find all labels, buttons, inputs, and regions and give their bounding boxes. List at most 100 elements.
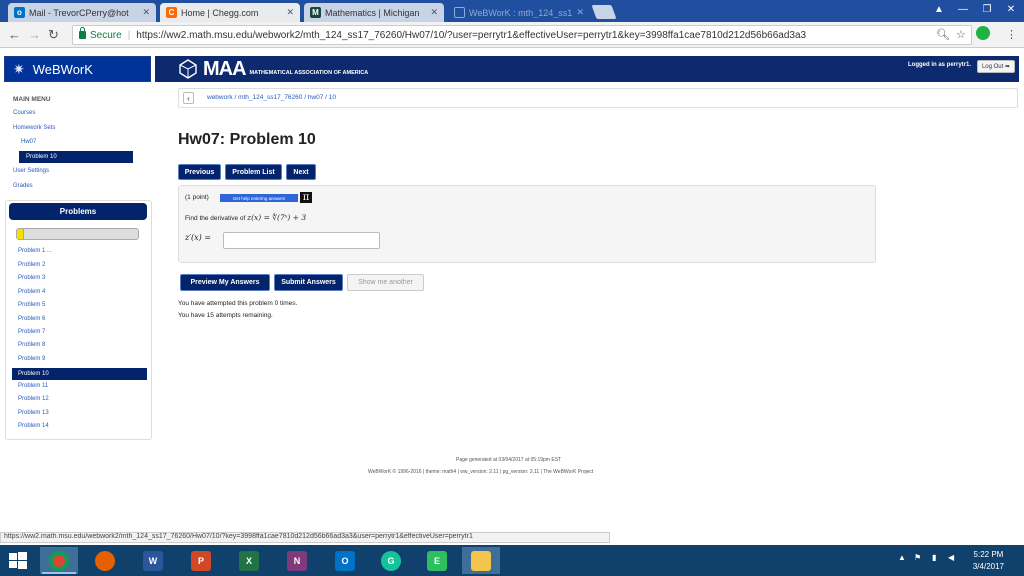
- footer-credits: WeBWorK © 1996-2016 | theme: math4 | ww_…: [368, 469, 594, 475]
- maa-banner: MAA MATHEMATICAL ASSOCIATION OF AMERICA …: [155, 56, 1019, 82]
- forward-icon[interactable]: →: [28, 27, 41, 42]
- address-bar[interactable]: Secure | https://ww2.math.msu.edu/webwor…: [72, 25, 972, 45]
- pi-icon[interactable]: π: [300, 192, 312, 203]
- preview-answers-button[interactable]: Preview My Answers: [180, 274, 270, 291]
- excel-taskbar-icon[interactable]: X: [230, 547, 268, 574]
- close-window-icon[interactable]: ✕: [999, 0, 1023, 18]
- maa-subtitle: MATHEMATICAL ASSOCIATION OF AMERICA: [249, 70, 369, 76]
- footer-generated: Page generated at 03/04/2017 at 05:19pm …: [456, 457, 562, 463]
- sidebar-item-courses[interactable]: Courses: [13, 110, 35, 116]
- problem-link[interactable]: Problem 4: [18, 289, 45, 295]
- tab-title: WeBWorK : mth_124_ss17: [469, 7, 573, 18]
- outlook-taskbar-icon[interactable]: O: [326, 547, 364, 574]
- tab-chegg[interactable]: C Home | Chegg.com ✕: [160, 3, 300, 22]
- attempted-text: You have attempted this problem 0 times.: [178, 300, 298, 307]
- status-url: https://ww2.math.msu.edu/webwork2/mth_12…: [0, 532, 610, 543]
- page-icon: [454, 7, 465, 18]
- next-button[interactable]: Next: [286, 164, 316, 180]
- webwork-logo[interactable]: ✷ WeBWorK: [4, 56, 151, 82]
- problem-link[interactable]: Problem 1 ...: [18, 248, 52, 254]
- new-tab-button[interactable]: [591, 5, 617, 19]
- firefox-taskbar-icon[interactable]: [86, 547, 124, 574]
- user-icon[interactable]: ▲: [927, 0, 951, 18]
- previous-button[interactable]: Previous: [178, 164, 221, 180]
- extension-icon[interactable]: [976, 26, 990, 40]
- remaining-text: You have 15 attempts remaining.: [178, 312, 273, 319]
- tab-webwork[interactable]: WeBWorK : mth_124_ss17 ✕: [448, 3, 590, 22]
- reload-icon[interactable]: ↻: [48, 27, 59, 43]
- chrome-taskbar-icon[interactable]: [40, 547, 78, 574]
- answer-input[interactable]: [223, 232, 380, 249]
- problem-link[interactable]: Problem 6: [18, 316, 45, 322]
- submit-answers-button[interactable]: Submit Answers: [274, 274, 343, 291]
- problem-link[interactable]: Problem 14: [18, 423, 49, 429]
- zoom-icon[interactable]: 🔍︎: [936, 28, 950, 41]
- sidebar-item-problem-10[interactable]: Problem 10: [19, 151, 133, 163]
- problem-panel: (1 point) Get help entering answers π Fi…: [178, 185, 876, 263]
- problem-link[interactable]: Problem 13: [18, 410, 49, 416]
- tab-mathematics[interactable]: M Mathematics | Michigan ✕: [304, 3, 444, 22]
- system-clock[interactable]: 5:22 PM 3/4/2017: [973, 549, 1004, 573]
- close-icon[interactable]: ✕: [286, 7, 294, 18]
- maximize-icon[interactable]: ❐: [975, 0, 999, 18]
- problem-link[interactable]: Problem 2: [18, 262, 45, 268]
- windows-start-icon[interactable]: [0, 547, 36, 574]
- outlook-icon: o: [14, 7, 25, 18]
- tab-title: Mathematics | Michigan: [325, 7, 420, 18]
- problems-toggle-button[interactable]: Problems: [9, 203, 147, 220]
- file-explorer-taskbar-icon[interactable]: [462, 547, 500, 574]
- breadcrumb: ‹ webwork / mth_124_ss17_76260 / hw07 / …: [178, 88, 1018, 108]
- clock-date: 3/4/2017: [972, 562, 1004, 571]
- minimize-icon[interactable]: —: [951, 0, 975, 18]
- back-icon[interactable]: ←: [8, 27, 21, 42]
- help-entering-answers-button[interactable]: Get help entering answers: [220, 194, 298, 202]
- question-math: z(x) = ∜(7ˣ) + 3: [247, 213, 307, 222]
- bookmark-star-icon[interactable]: ☆: [956, 28, 966, 41]
- problem-link[interactable]: Problem 8: [18, 342, 45, 348]
- logout-label: Log Out: [981, 64, 1004, 70]
- show-me-another-button[interactable]: Show me another: [347, 274, 424, 291]
- word-taskbar-icon[interactable]: W: [134, 547, 172, 574]
- problem-link-active[interactable]: Problem 10: [12, 368, 147, 380]
- active-indicator: [42, 572, 76, 574]
- browser-tab-strip: o Mail - TrevorCPerry@hot ✕ C Home | Che…: [0, 0, 1024, 22]
- grammarly-taskbar-icon[interactable]: G: [372, 547, 410, 574]
- menu-icon[interactable]: ⋮: [1006, 28, 1017, 41]
- problem-link[interactable]: Problem 7: [18, 329, 45, 335]
- problem-link[interactable]: Problem 11: [18, 383, 48, 389]
- url-text: https://ww2.math.msu.edu/webwork2/mth_12…: [136, 29, 807, 41]
- tab-mail[interactable]: o Mail - TrevorCPerry@hot ✕: [8, 3, 156, 22]
- sidebar-item-user-settings[interactable]: User Settings: [13, 168, 49, 174]
- lock-icon: [79, 27, 86, 39]
- close-icon[interactable]: ✕: [576, 7, 584, 18]
- sidebar-item-grades[interactable]: Grades: [13, 183, 33, 189]
- problem-link[interactable]: Problem 5: [18, 302, 45, 308]
- problem-link[interactable]: Problem 9: [18, 356, 45, 362]
- volume-icon[interactable]: ◀: [948, 553, 954, 562]
- close-icon[interactable]: ✕: [430, 7, 438, 18]
- breadcrumb-text[interactable]: webwork / mth_124_ss17_76260 / hw07 / 10: [207, 94, 336, 101]
- page-title: Hw07: Problem 10: [178, 131, 316, 148]
- close-icon[interactable]: ✕: [142, 7, 150, 18]
- problem-list-button[interactable]: Problem List: [225, 164, 282, 180]
- evernote-taskbar-icon[interactable]: E: [418, 547, 456, 574]
- battery-icon[interactable]: ▮: [932, 553, 936, 562]
- powerpoint-taskbar-icon[interactable]: P: [182, 547, 220, 574]
- problem-link[interactable]: Problem 12: [18, 396, 49, 402]
- answer-label: z′(x) =: [185, 233, 212, 242]
- sidebar-item-homework-sets[interactable]: Homework Sets: [13, 125, 55, 131]
- onenote-taskbar-icon[interactable]: N: [278, 547, 316, 574]
- main-menu-heading: MAIN MENU: [13, 96, 51, 103]
- clock-time: 5:22 PM: [973, 550, 1004, 559]
- secure-indicator[interactable]: Secure: [79, 27, 122, 41]
- problem-link[interactable]: Problem 3: [18, 275, 45, 281]
- logout-button[interactable]: Log Out ➥: [976, 60, 1015, 73]
- secure-label: Secure: [90, 29, 122, 41]
- tab-title: Home | Chegg.com: [181, 7, 259, 18]
- question-prefix: Find the derivative of: [185, 215, 246, 222]
- chevron-left-icon[interactable]: ‹: [183, 92, 194, 104]
- tray-overflow-icon[interactable]: ▲: [898, 553, 906, 562]
- webwork-header: ✷ WeBWorK MAA MATHEMATICAL ASSOCIATION O…: [0, 54, 1024, 84]
- sidebar-item-hw07[interactable]: Hw07: [21, 139, 36, 145]
- action-center-icon[interactable]: ⚑: [914, 553, 921, 562]
